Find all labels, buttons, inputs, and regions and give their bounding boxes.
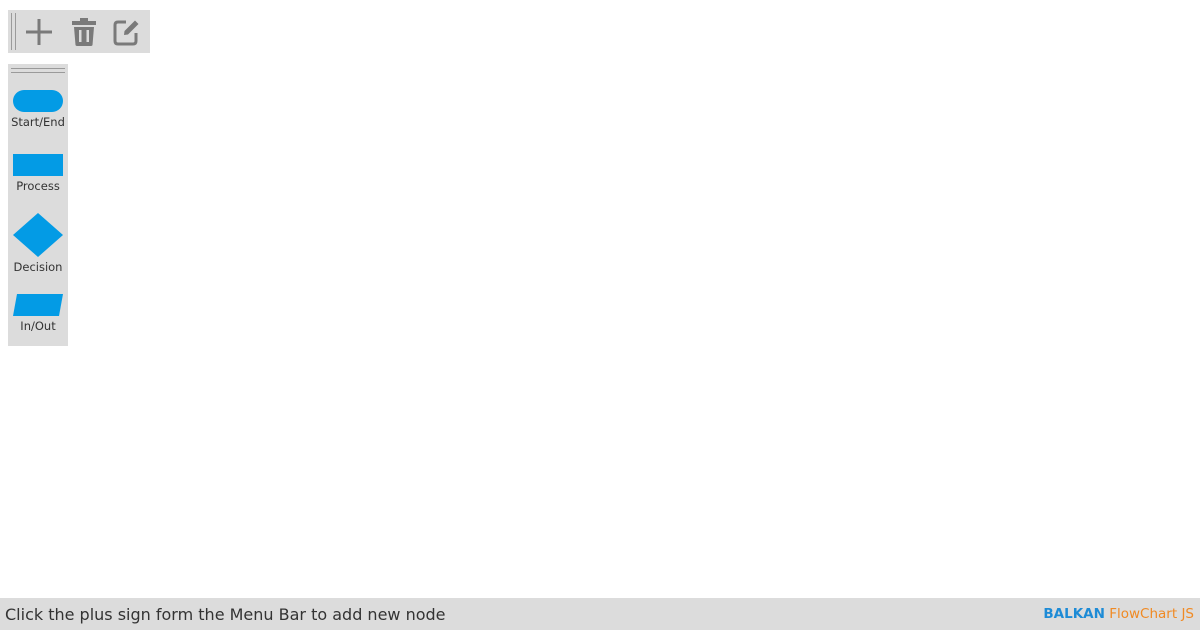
decision-shape-icon [13, 213, 63, 257]
shape-label-in-out: In/Out [20, 319, 56, 333]
in-out-shape-icon [13, 294, 63, 316]
shape-label-start-end: Start/End [11, 115, 65, 129]
start-end-shape-icon [13, 90, 63, 112]
brand-product: FlowChart JS [1109, 606, 1194, 622]
shape-label-decision: Decision [13, 260, 63, 274]
shape-in-out[interactable]: In/Out [8, 292, 68, 336]
process-shape-icon [13, 154, 63, 176]
delete-node-button[interactable] [67, 15, 101, 49]
flowchart-canvas[interactable] [0, 0, 1200, 598]
brand-name: BALKAN [1043, 606, 1105, 622]
edit-icon [113, 20, 139, 46]
edit-node-button[interactable] [110, 15, 144, 49]
plus-icon [26, 19, 52, 45]
shape-label-process: Process [16, 179, 60, 193]
shape-bar: Start/End Process Decision In/Out [8, 64, 68, 346]
trash-icon [72, 18, 96, 46]
menu-bar [8, 10, 150, 53]
menu-bar-drag-handle[interactable] [11, 13, 16, 50]
add-node-button[interactable] [22, 15, 56, 49]
shape-start-end[interactable]: Start/End [8, 88, 68, 130]
shape-process[interactable]: Process [8, 152, 68, 194]
status-bar: Click the plus sign form the Menu Bar to… [0, 598, 1200, 630]
shape-decision[interactable]: Decision [8, 212, 68, 276]
shape-bar-drag-handle[interactable] [11, 68, 65, 73]
status-message: Click the plus sign form the Menu Bar to… [5, 605, 446, 624]
brand-logo[interactable]: BALKAN FlowChart JS [1043, 606, 1194, 622]
